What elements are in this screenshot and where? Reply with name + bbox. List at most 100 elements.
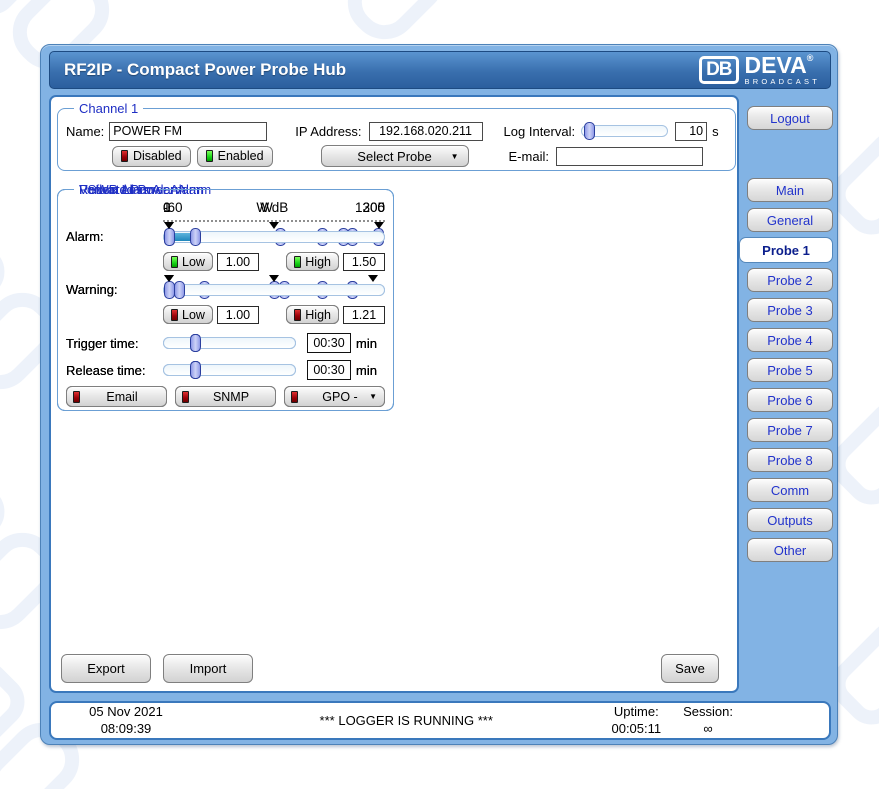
email-led [73,391,80,403]
release-time-slider[interactable] [163,364,296,376]
alarm-high-thumb[interactable] [190,228,201,246]
release-time-value[interactable] [307,360,351,380]
email-label: E-mail: [509,149,549,164]
sidebar-item-probe-6[interactable]: Probe 6 [747,388,833,412]
db-logo-icon: DB [699,56,738,84]
release-time-label: Release time: [66,363,163,378]
email-input[interactable] [556,147,703,166]
name-input[interactable] [109,122,267,141]
logo-broadcast-text: BROADCAST [745,78,820,86]
app-window: RF2IP - Compact Power Probe Hub DB DEVA®… [40,44,838,745]
release-time-thumb[interactable] [190,361,201,379]
enabled-button[interactable]: Enabled [197,146,273,167]
sidebar-item-comm[interactable]: Comm [747,478,833,502]
warning-range-slider[interactable] [163,284,385,296]
channel-group-title: Channel 1 [74,101,143,116]
warning-high-thumb[interactable] [174,281,185,299]
trigger-time-thumb[interactable] [190,334,201,352]
log-interval-label: Log Interval: [504,124,576,139]
sidebar-item-outputs[interactable]: Outputs [747,508,833,532]
chevron-down-icon: ▼ [451,152,459,161]
warning-high-button[interactable]: High [286,305,339,324]
gpo-dropdown[interactable]: GPO - ▼ [284,386,385,407]
registered-mark: ® [807,53,814,63]
content-panel: Channel 1 Name: IP Address: Log Interval… [49,95,739,693]
chevron-down-icon: ▼ [369,392,377,401]
alarm-label: Alarm: [66,229,163,244]
session: Session: ∞ [683,704,733,737]
title-bar: RF2IP - Compact Power Probe Hub DB DEVA®… [49,51,831,89]
alarm-sections: Forward Power Alarm 0 W 1200 Alarm: Low [57,182,737,644]
sidebar-item-probe-5[interactable]: Probe 5 [747,358,833,382]
trigger-time-value[interactable] [307,333,351,353]
snmp-notify-button[interactable]: SNMP [175,386,276,407]
scale-min: 1 [163,200,171,217]
deva-broadcast-logo: DB DEVA® BROADCAST [699,54,820,86]
uptime-value: 00:05:11 [611,721,661,737]
alarm-low-button[interactable]: Low [163,252,213,271]
ip-address-label: IP Address: [295,124,361,139]
alarm-group-title: VSWR Alarm [74,182,160,197]
scale-labels: 1 5 [163,200,385,217]
email-notify-button[interactable]: Email [66,386,167,407]
warning-low-thumb[interactable] [164,281,175,299]
sidebar-item-probe-8[interactable]: Probe 8 [747,448,833,472]
sidebar-item-other[interactable]: Other [747,538,833,562]
log-interval-thumb[interactable] [584,122,595,140]
datetime: 05 Nov 2021 08:09:39 [51,704,201,737]
warning-low-button[interactable]: Low [163,305,213,324]
snmp-led [182,391,189,403]
warning-high-value[interactable] [343,306,385,324]
disabled-button[interactable]: Disabled [112,146,191,167]
log-interval-slider[interactable] [581,125,668,137]
alarm-low-led [171,256,178,268]
alarm-high-button[interactable]: High [286,252,339,271]
enabled-led [206,150,213,162]
logo-deva-text: DEVA [745,52,807,78]
date-text: 05 Nov 2021 [51,704,201,720]
sidebar-item-general[interactable]: General [747,208,833,232]
warning-low-led [171,309,178,321]
alarm-group-vswr-alarm: VSWR Alarm 1 5 Alarm: Low [57,182,394,411]
current-value-marker-icon [164,275,174,282]
warning-high-led [294,309,301,321]
save-button[interactable]: Save [661,654,719,683]
status-bar: 05 Nov 2021 08:09:39 *** LOGGER IS RUNNI… [49,701,831,740]
name-label: Name: [66,124,104,139]
logger-status: *** LOGGER IS RUNNING *** [201,713,611,728]
trigger-time-slider[interactable] [163,337,296,349]
uptime-label: Uptime: [611,704,661,720]
release-time-unit: min [356,363,377,378]
ip-address-input[interactable] [369,122,483,141]
sidebar-item-probe-2[interactable]: Probe 2 [747,268,833,292]
sidebar-item-probe-4[interactable]: Probe 4 [747,328,833,352]
sidebar-item-probe-1[interactable]: Probe 1 [739,237,833,263]
alarm-low-thumb[interactable] [164,228,175,246]
channel-group: Channel 1 Name: IP Address: Log Interval… [57,101,736,171]
time-text: 08:09:39 [51,721,201,737]
scale-max: 5 [377,200,385,217]
log-interval-unit: s [712,124,719,139]
sidebar-item-main[interactable]: Main [747,178,833,202]
page-title: RF2IP - Compact Power Probe Hub [64,60,346,80]
current-value-marker-icon [164,222,174,229]
sidebar-item-probe-3[interactable]: Probe 3 [747,298,833,322]
uptime: Uptime: 00:05:11 [611,704,661,737]
disabled-led [121,150,128,162]
alarm-low-value[interactable] [217,253,259,271]
trigger-time-label: Trigger time: [66,336,163,351]
gpo-led [291,391,298,403]
select-probe-dropdown[interactable]: Select Probe ▼ [321,145,469,167]
alarm-range-slider[interactable] [163,231,385,243]
trigger-time-unit: min [356,336,377,351]
sidebar-item-probe-7[interactable]: Probe 7 [747,418,833,442]
warning-low-value[interactable] [217,306,259,324]
export-button[interactable]: Export [61,654,151,683]
warning-label: Warning: [66,282,163,297]
alarm-high-value[interactable] [343,253,385,271]
session-value: ∞ [683,721,733,737]
import-button[interactable]: Import [163,654,253,683]
alarm-high-led [294,256,301,268]
logout-button[interactable]: Logout [747,106,833,130]
log-interval-value[interactable] [675,122,707,141]
